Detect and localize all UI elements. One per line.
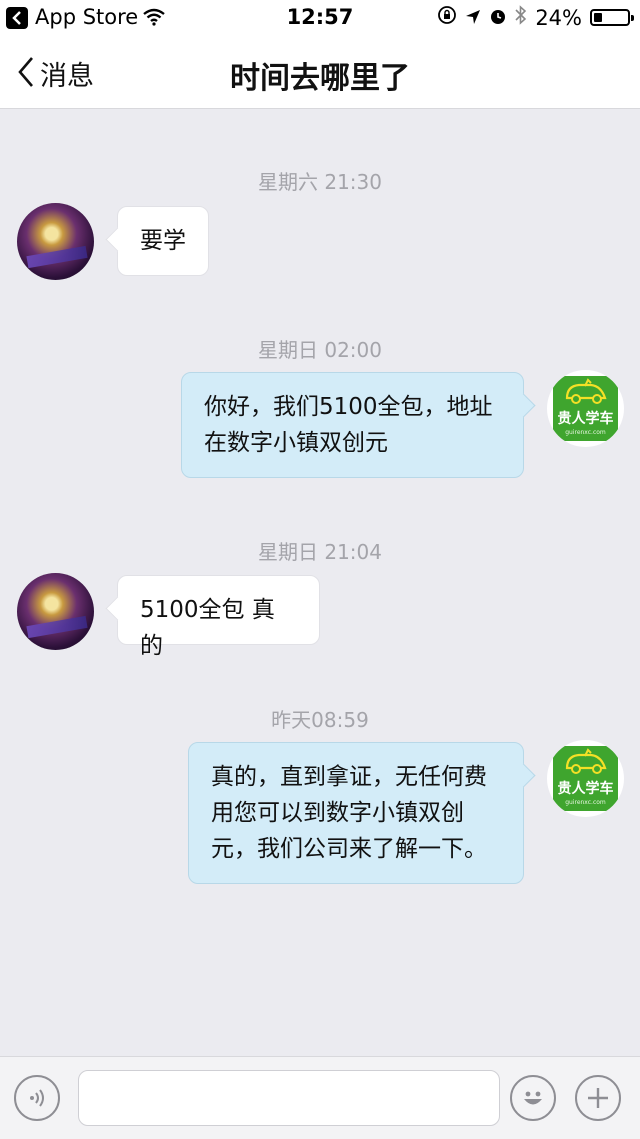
message-bubble[interactable]: 要学 — [117, 206, 209, 276]
location-icon — [465, 6, 481, 30]
brand-name: 贵人学车 — [557, 781, 614, 797]
plus-icon — [588, 1088, 608, 1108]
car-icon — [565, 748, 607, 774]
emoji-icon — [524, 1091, 542, 1105]
input-bar — [0, 1056, 640, 1139]
brand-logo: 贵人学车 guirenxc.com — [553, 746, 618, 811]
orientation-lock-icon — [437, 5, 457, 30]
bluetooth-icon — [515, 5, 527, 30]
battery-percent: 24% — [535, 5, 582, 30]
voice-icon — [30, 1089, 44, 1107]
timestamp: 星期六 21:30 — [258, 170, 382, 194]
battery-level — [594, 13, 602, 22]
emoji-button[interactable] — [510, 1075, 556, 1121]
message-bubble[interactable]: 5100全包 真的 — [117, 575, 320, 659]
car-icon — [565, 378, 607, 404]
contact-avatar[interactable] — [17, 573, 94, 650]
battery-icon — [590, 9, 634, 26]
page-title: 时间去哪里了 — [230, 61, 410, 96]
brand-name: 贵人学车 — [557, 411, 614, 427]
my-avatar[interactable]: 贵人学车 guirenxc.com — [547, 740, 624, 817]
message-bubble[interactable]: 你好，我们5100全包，地址在数字小镇双创元 — [181, 372, 524, 478]
timestamp: 星期日 21:04 — [258, 540, 382, 564]
nav-bar: 消息 时间去哪里了 — [0, 36, 640, 109]
status-right-group: 24% — [437, 5, 634, 30]
message-input[interactable] — [78, 1070, 500, 1126]
timestamp: 昨天08:59 — [271, 708, 369, 732]
contact-avatar[interactable] — [17, 203, 94, 280]
brand-url: guirenxc.com — [565, 799, 606, 806]
voice-button[interactable] — [14, 1075, 60, 1121]
alarm-icon — [489, 6, 507, 30]
brand-url: guirenxc.com — [565, 429, 606, 436]
add-button[interactable] — [575, 1075, 621, 1121]
brand-logo: 贵人学车 guirenxc.com — [553, 376, 618, 441]
status-bar: App Store 12:57 24% — [0, 0, 640, 36]
chat-area[interactable]: 星期六 21:30 要学 星期日 02:00 你好，我们5100全包，地址在数字… — [0, 108, 640, 1056]
my-avatar[interactable]: 贵人学车 guirenxc.com — [547, 370, 624, 447]
message-bubble[interactable]: 真的，直到拿证，无任何费用您可以到数字小镇双创元，我们公司来了解一下。 — [188, 742, 524, 884]
timestamp: 星期日 02:00 — [258, 338, 382, 362]
